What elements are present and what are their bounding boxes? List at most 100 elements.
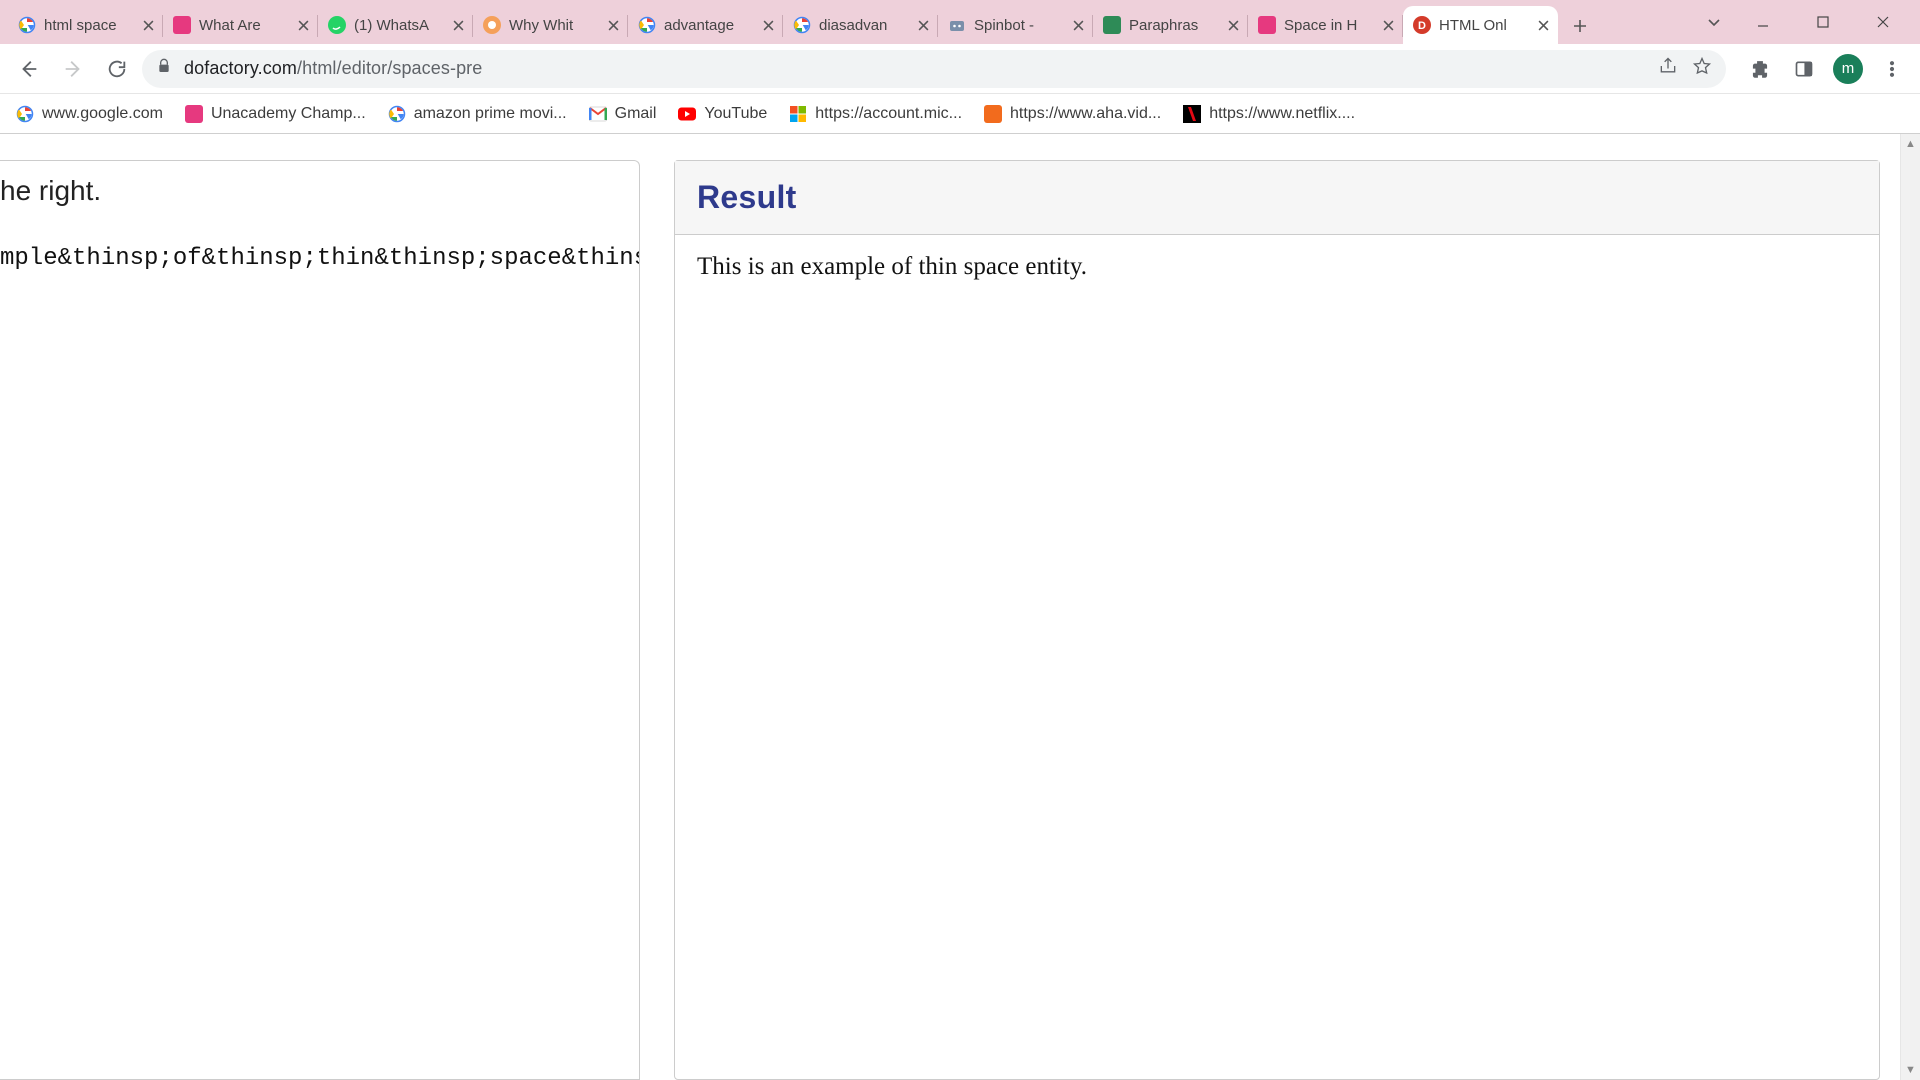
- tab-label: Why Whit: [509, 17, 598, 34]
- tab-label: (1) WhatsA: [354, 17, 443, 34]
- bookmarks-bar: www.google.com Unacademy Champ... amazon…: [0, 94, 1920, 134]
- close-icon[interactable]: [296, 18, 310, 32]
- google-icon: [16, 105, 34, 123]
- close-icon[interactable]: [761, 18, 775, 32]
- tab-space-in-h[interactable]: Space in H: [1248, 6, 1403, 44]
- tab-label: Spinbot -: [974, 17, 1063, 34]
- side-panel-button[interactable]: [1786, 51, 1822, 87]
- close-icon[interactable]: [141, 18, 155, 32]
- microsoft-icon: [789, 105, 807, 123]
- close-icon[interactable]: [451, 18, 465, 32]
- source-panel[interactable]: he right. mple&thinsp;of&thinsp;thin&thi…: [0, 160, 640, 1080]
- tab-html-onl[interactable]: D HTML Onl: [1403, 6, 1558, 44]
- maximize-button[interactable]: [1794, 2, 1852, 42]
- netflix-icon: [1183, 105, 1201, 123]
- url-text: dofactory.com/html/editor/spaces-pre: [184, 58, 1646, 79]
- result-output-text: This is an example of thin space entity.: [697, 253, 1857, 281]
- bookmark-youtube[interactable]: YouTube: [678, 105, 767, 123]
- google-icon: [388, 105, 406, 123]
- close-icon[interactable]: [606, 18, 620, 32]
- bookmark-gmail[interactable]: Gmail: [589, 105, 657, 123]
- site-icon: [173, 16, 191, 34]
- close-icon[interactable]: [916, 18, 930, 32]
- tab-advantage[interactable]: advantage: [628, 6, 783, 44]
- robot-icon: [948, 16, 966, 34]
- navigation-bar: dofactory.com/html/editor/spaces-pre m: [0, 44, 1920, 94]
- window-controls: [1696, 0, 1920, 44]
- source-instruction-fragment: he right.: [0, 175, 639, 207]
- bookmark-label: https://account.mic...: [815, 105, 962, 123]
- svg-text:D: D: [1418, 20, 1426, 32]
- bookmark-label: Gmail: [615, 105, 657, 123]
- toolbar-right: m: [1742, 51, 1910, 87]
- aha-icon: [984, 105, 1002, 123]
- profile-avatar[interactable]: m: [1830, 51, 1866, 87]
- browser-window: html space What Are (1) WhatsA Why Whit …: [0, 0, 1920, 1080]
- chrome-menu-button[interactable]: [1874, 51, 1910, 87]
- result-header: Result: [675, 161, 1879, 235]
- tab-label: What Are: [199, 17, 288, 34]
- forward-button[interactable]: [54, 50, 92, 88]
- site-icon: [185, 105, 203, 123]
- minimize-button[interactable]: [1734, 2, 1792, 42]
- bookmark-aha[interactable]: https://www.aha.vid...: [984, 105, 1161, 123]
- bookmark-amazon-prime[interactable]: amazon prime movi...: [388, 105, 567, 123]
- dofactory-icon: D: [1413, 16, 1431, 34]
- google-icon: [793, 16, 811, 34]
- whatsapp-icon: [328, 16, 346, 34]
- bookmark-label: amazon prime movi...: [414, 105, 567, 123]
- youtube-icon: [678, 105, 696, 123]
- tab-why-whit[interactable]: Why Whit: [473, 6, 628, 44]
- google-icon: [18, 16, 36, 34]
- page-content: he right. mple&thinsp;of&thinsp;thin&thi…: [0, 134, 1920, 1080]
- source-code-fragment: mple&thinsp;of&thinsp;thin&thinsp;space&…: [0, 245, 639, 272]
- close-icon[interactable]: [1536, 18, 1550, 32]
- bookmark-star-icon[interactable]: [1692, 56, 1712, 81]
- result-heading: Result: [697, 179, 1857, 216]
- address-bar[interactable]: dofactory.com/html/editor/spaces-pre: [142, 50, 1726, 88]
- tab-label: html space: [44, 17, 133, 34]
- tab-label: diasadvan: [819, 17, 908, 34]
- bookmark-label: www.google.com: [42, 105, 163, 123]
- tab-label: Space in H: [1284, 17, 1373, 34]
- tab-label: Paraphras: [1129, 17, 1218, 34]
- avatar-initial: m: [1833, 54, 1863, 84]
- bookmark-label: Unacademy Champ...: [211, 105, 366, 123]
- site-icon: [483, 16, 501, 34]
- vertical-scrollbar[interactable]: ▲ ▼: [1900, 134, 1920, 1080]
- close-window-button[interactable]: [1854, 2, 1912, 42]
- bookmark-google[interactable]: www.google.com: [16, 105, 163, 123]
- result-panel: Result This is an example of thin space …: [674, 160, 1880, 1080]
- reload-button[interactable]: [98, 50, 136, 88]
- back-button[interactable]: [10, 50, 48, 88]
- scroll-up-icon[interactable]: ▲: [1901, 134, 1920, 154]
- scroll-down-icon[interactable]: ▼: [1901, 1060, 1920, 1080]
- editor-layout: he right. mple&thinsp;of&thinsp;thin&thi…: [0, 134, 1920, 1080]
- lock-icon: [156, 58, 172, 79]
- close-icon[interactable]: [1071, 18, 1085, 32]
- tab-spinbot[interactable]: Spinbot -: [938, 6, 1093, 44]
- google-icon: [638, 16, 656, 34]
- omnibox-actions: [1658, 56, 1712, 81]
- result-body: This is an example of thin space entity.: [675, 235, 1879, 299]
- site-icon: [1103, 16, 1121, 34]
- share-icon[interactable]: [1658, 56, 1678, 81]
- tab-strip: html space What Are (1) WhatsA Why Whit …: [0, 0, 1920, 44]
- tab-paraphras[interactable]: Paraphras: [1093, 6, 1248, 44]
- tab-search-button[interactable]: [1696, 7, 1732, 37]
- bookmark-netflix[interactable]: https://www.netflix....: [1183, 105, 1355, 123]
- close-icon[interactable]: [1381, 18, 1395, 32]
- extensions-button[interactable]: [1742, 51, 1778, 87]
- tab-label: advantage: [664, 17, 753, 34]
- bookmark-ms-account[interactable]: https://account.mic...: [789, 105, 962, 123]
- tab-html-space[interactable]: html space: [8, 6, 163, 44]
- new-tab-button[interactable]: [1564, 10, 1596, 42]
- close-icon[interactable]: [1226, 18, 1240, 32]
- site-icon: [1258, 16, 1276, 34]
- bookmark-unacademy[interactable]: Unacademy Champ...: [185, 105, 366, 123]
- gmail-icon: [589, 105, 607, 123]
- tab-what-are[interactable]: What Are: [163, 6, 318, 44]
- tab-label: HTML Onl: [1439, 17, 1528, 34]
- tab-whatsapp[interactable]: (1) WhatsA: [318, 6, 473, 44]
- tab-disadvan[interactable]: diasadvan: [783, 6, 938, 44]
